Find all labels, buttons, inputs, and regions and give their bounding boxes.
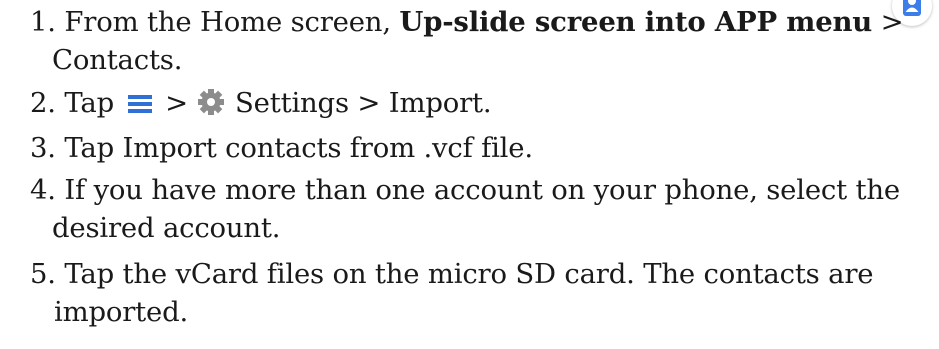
step-5-number: 5. xyxy=(30,258,56,290)
step-2-number: 2. xyxy=(30,87,56,119)
step-2-separator: > xyxy=(156,87,197,119)
step-1-bold: Up-slide screen into APP menu xyxy=(399,6,873,38)
step-3-text: Tap Import contacts from .vcf file. xyxy=(64,132,533,164)
step-5-continuation: imported. xyxy=(54,296,189,328)
gear-icon xyxy=(196,88,226,125)
menu-icon xyxy=(123,89,157,125)
step-5: 5. Tap the vCard files on the micro SD c… xyxy=(30,256,874,292)
step-1: 1. From the Home screen, Up-slide screen… xyxy=(30,4,904,40)
instructions-list: 1. From the Home screen, Up-slide screen… xyxy=(0,0,939,349)
step-4-number: 4. xyxy=(30,174,56,206)
step-1-continuation: Contacts. xyxy=(52,44,183,76)
step-2: 2. Tap > Settings > Import. xyxy=(30,85,492,125)
step-4-continuation: desired account. xyxy=(52,212,281,244)
step-1-text: From the Home screen, xyxy=(64,6,400,38)
step-4: 4. If you have more than one account on … xyxy=(30,172,900,208)
step-3-number: 3. xyxy=(30,132,56,164)
step-1-number: 1. xyxy=(30,6,56,38)
step-1-text-end: > xyxy=(872,6,904,38)
step-2-text: Tap xyxy=(64,87,123,119)
step-4-text: If you have more than one account on you… xyxy=(64,174,900,206)
step-5-text: Tap the vCard files on the micro SD card… xyxy=(64,258,874,290)
step-2-text-end: Settings > Import. xyxy=(226,87,492,119)
step-3: 3. Tap Import contacts from .vcf file. xyxy=(30,130,533,166)
